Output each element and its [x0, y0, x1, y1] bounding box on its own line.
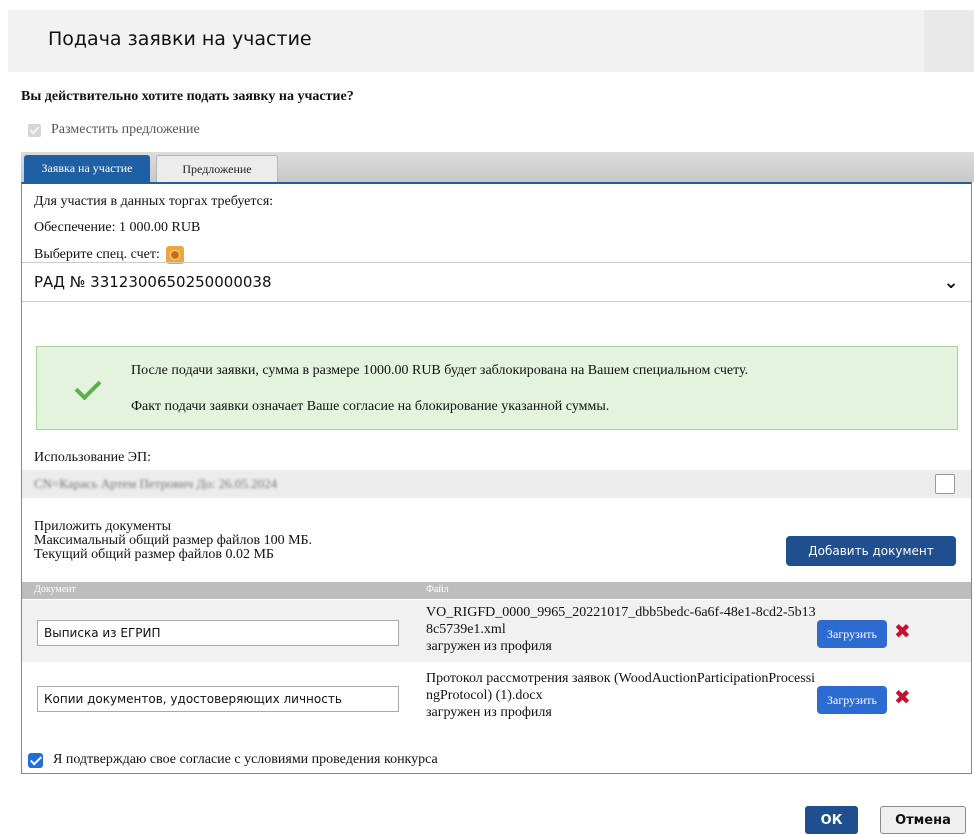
signature-value: CN=Карась Артем Петрович До: 26.05.2024 — [34, 476, 278, 491]
check-icon — [74, 373, 102, 401]
alert-line-2: Факт подачи заявки означает Ваше согласи… — [131, 399, 610, 414]
ok-button[interactable]: ОК — [805, 806, 858, 834]
file-info: VO_RIGFD_0000_9965_20221017_dbb5bedc-6a6… — [426, 604, 816, 655]
alert-line-1: После подачи заявки, сумма в размере 100… — [131, 363, 749, 378]
attachments-max-size: Максимальный общий размер файлов 100 МБ. — [34, 533, 313, 548]
cancel-button[interactable]: Отмена — [880, 806, 966, 834]
agreement-row[interactable]: Я подтверждаю свое согласие с условиями … — [28, 752, 438, 768]
column-file: Файл — [426, 584, 449, 595]
select-account-label: Выберите спец. счет: — [34, 247, 160, 263]
file-source: загружен из профиля — [426, 639, 552, 654]
file-name: Протокол рассмотрения заявок (WoodAuctio… — [426, 671, 816, 703]
chevron-down-icon: ⌄ — [943, 271, 959, 293]
table-row: Копии документов, удостоверяющих личност… — [22, 666, 971, 728]
upload-button[interactable]: Загрузить — [817, 620, 887, 648]
requirements-heading: Для участия в данных торгах требуется: — [34, 194, 274, 209]
application-panel: Для участия в данных торгах требуется: О… — [21, 182, 972, 774]
document-name-field[interactable]: Копии документов, удостоверяющих личност… — [37, 686, 399, 712]
delete-icon[interactable]: ✖ — [894, 619, 911, 643]
place-offer-checkbox — [28, 123, 41, 137]
confirmation-question: Вы действительно хотите подать заявку на… — [21, 89, 354, 104]
column-document: Документ — [34, 584, 76, 595]
upload-button[interactable]: Загрузить — [817, 686, 887, 714]
file-name: VO_RIGFD_0000_9965_20221017_dbb5bedc-6a6… — [426, 605, 816, 637]
place-offer-label: Разместить предложение — [51, 122, 200, 137]
dialog-header: Подача заявки на участие — [8, 10, 974, 72]
account-select-value: РАД № 3312300650250000038 — [34, 273, 272, 291]
signature-field: CN=Карась Артем Петрович До: 26.05.2024 — [22, 470, 971, 498]
document-name-field[interactable]: Выписка из ЕГРИП — [37, 620, 399, 646]
tab-bar: Заявка на участие Предложение — [21, 152, 974, 183]
delete-icon[interactable]: ✖ — [894, 685, 911, 709]
attachments-current-size: Текущий общий размер файлов 0.02 МБ — [34, 547, 274, 562]
header-right-area — [924, 10, 974, 72]
attachments-title: Приложить документы — [34, 519, 172, 534]
signature-label: Использование ЭП: — [34, 450, 152, 465]
tab-application[interactable]: Заявка на участие — [24, 155, 150, 182]
tab-offer[interactable]: Предложение — [156, 155, 278, 183]
table-row: Выписка из ЕГРИП VO_RIGFD_0000_9965_2022… — [22, 600, 971, 662]
file-info: Протокол рассмотрения заявок (WoodAuctio… — [426, 670, 816, 721]
attachments-info: Приложить документы Максимальный общий р… — [34, 520, 312, 562]
agreement-label: Я подтверждаю свое согласие с условиями … — [53, 752, 438, 767]
info-alert: После подачи заявки, сумма в размере 100… — [36, 346, 958, 430]
place-offer-row: Разместить предложение — [28, 122, 200, 138]
add-document-button[interactable]: Добавить документ — [786, 536, 956, 566]
documents-table-header: Документ Файл — [22, 582, 971, 599]
security-amount: Обеспечение: 1 000.00 RUB — [34, 220, 201, 235]
account-select[interactable]: РАД № 3312300650250000038 ⌄ — [22, 262, 971, 302]
file-source: загружен из профиля — [426, 705, 552, 720]
signature-checkbox[interactable] — [935, 474, 955, 494]
dialog-title: Подача заявки на участие — [48, 28, 312, 50]
agreement-checkbox[interactable] — [28, 752, 43, 768]
